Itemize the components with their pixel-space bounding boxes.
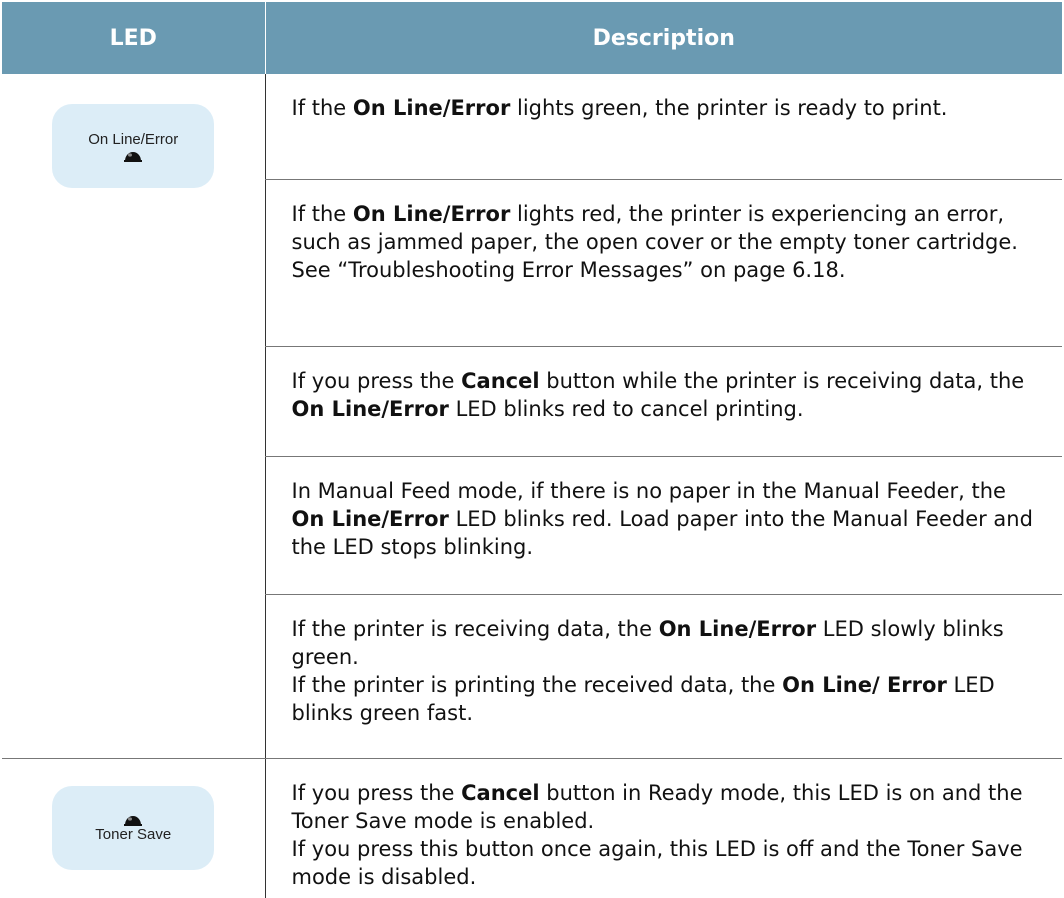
led-cell-online-error: On Line/Error xyxy=(2,74,265,759)
description-line: If the printer is printing the received … xyxy=(292,671,1035,727)
text-run: If the printer is receiving data, the xyxy=(291,616,659,641)
toner-save-led-label: Toner Save xyxy=(95,825,172,843)
text-run: button while the printer is receiving da… xyxy=(539,368,1025,393)
description-line: If the printer is receiving data, the On… xyxy=(292,615,1035,671)
bold-term: On Line/Error xyxy=(658,616,817,641)
description-cell: If you press the Cancel button in Ready … xyxy=(264,758,1062,898)
description-text: If the printer is receiving data, the On… xyxy=(292,595,1035,727)
description-cell: If the printer is receiving data, the On… xyxy=(264,594,1062,759)
text-run: In Manual Feed mode, if there is no pape… xyxy=(291,478,1006,503)
table-header-row: LED Description xyxy=(2,2,1062,74)
online-error-led-label: On Line/Error xyxy=(88,130,179,148)
text-run: lights green, the printer is ready to pr… xyxy=(510,96,948,120)
text-run: If the printer is printing the received … xyxy=(291,672,783,697)
header-led: LED xyxy=(2,2,265,74)
bold-term: On Line/Error xyxy=(291,506,449,531)
description-cell: In Manual Feed mode, if there is no pape… xyxy=(264,456,1062,595)
description-text: If you press the Cancel button in Ready … xyxy=(292,759,1035,891)
led-description-table: LED Description On Line/Error If the On … xyxy=(2,2,1062,898)
text-run: If the xyxy=(291,96,353,120)
description-text: If you press the Cancel button while the… xyxy=(292,347,1035,423)
text-run: If the xyxy=(291,201,353,226)
bold-term: On Line/Error xyxy=(352,96,511,120)
table-row: Toner Save If you press the Cancel butto… xyxy=(2,758,1062,898)
page: LED Description On Line/Error If the On … xyxy=(0,0,1064,898)
header-description: Description xyxy=(264,2,1062,74)
toner-save-led-badge: Toner Save xyxy=(52,786,215,871)
description-text: If the On Line/Error lights green, the p… xyxy=(292,74,1035,122)
text-run: LED blinks red to cancel printing. xyxy=(448,396,804,421)
led-dot-icon xyxy=(124,813,143,826)
text-run: If you press the xyxy=(291,780,462,805)
bold-term: On Line/Error xyxy=(352,201,511,226)
description-line: If you press this button once again, thi… xyxy=(291,836,1023,889)
led-dot-icon xyxy=(124,149,143,162)
bold-term: Cancel xyxy=(461,780,540,805)
description-cell: If you press the Cancel button while the… xyxy=(264,346,1062,457)
bold-term: Cancel xyxy=(461,368,540,393)
online-error-led-badge: On Line/Error xyxy=(52,104,215,188)
description-cell: If the On Line/Error lights green, the p… xyxy=(264,74,1062,180)
description-line: If you press the Cancel button in Ready … xyxy=(292,779,1035,835)
description-text: If the On Line/Error lights red, the pri… xyxy=(292,180,1035,284)
description-cell: If the On Line/Error lights red, the pri… xyxy=(264,179,1062,347)
description-text: In Manual Feed mode, if there is no pape… xyxy=(292,457,1035,561)
led-cell-toner-save: Toner Save xyxy=(2,758,265,898)
text-run: If you press the xyxy=(291,368,462,393)
table-row: On Line/Error If the On Line/Error light… xyxy=(2,74,1062,759)
bold-term: On Line/ Error xyxy=(782,672,947,697)
bold-term: On Line/Error xyxy=(291,396,449,421)
